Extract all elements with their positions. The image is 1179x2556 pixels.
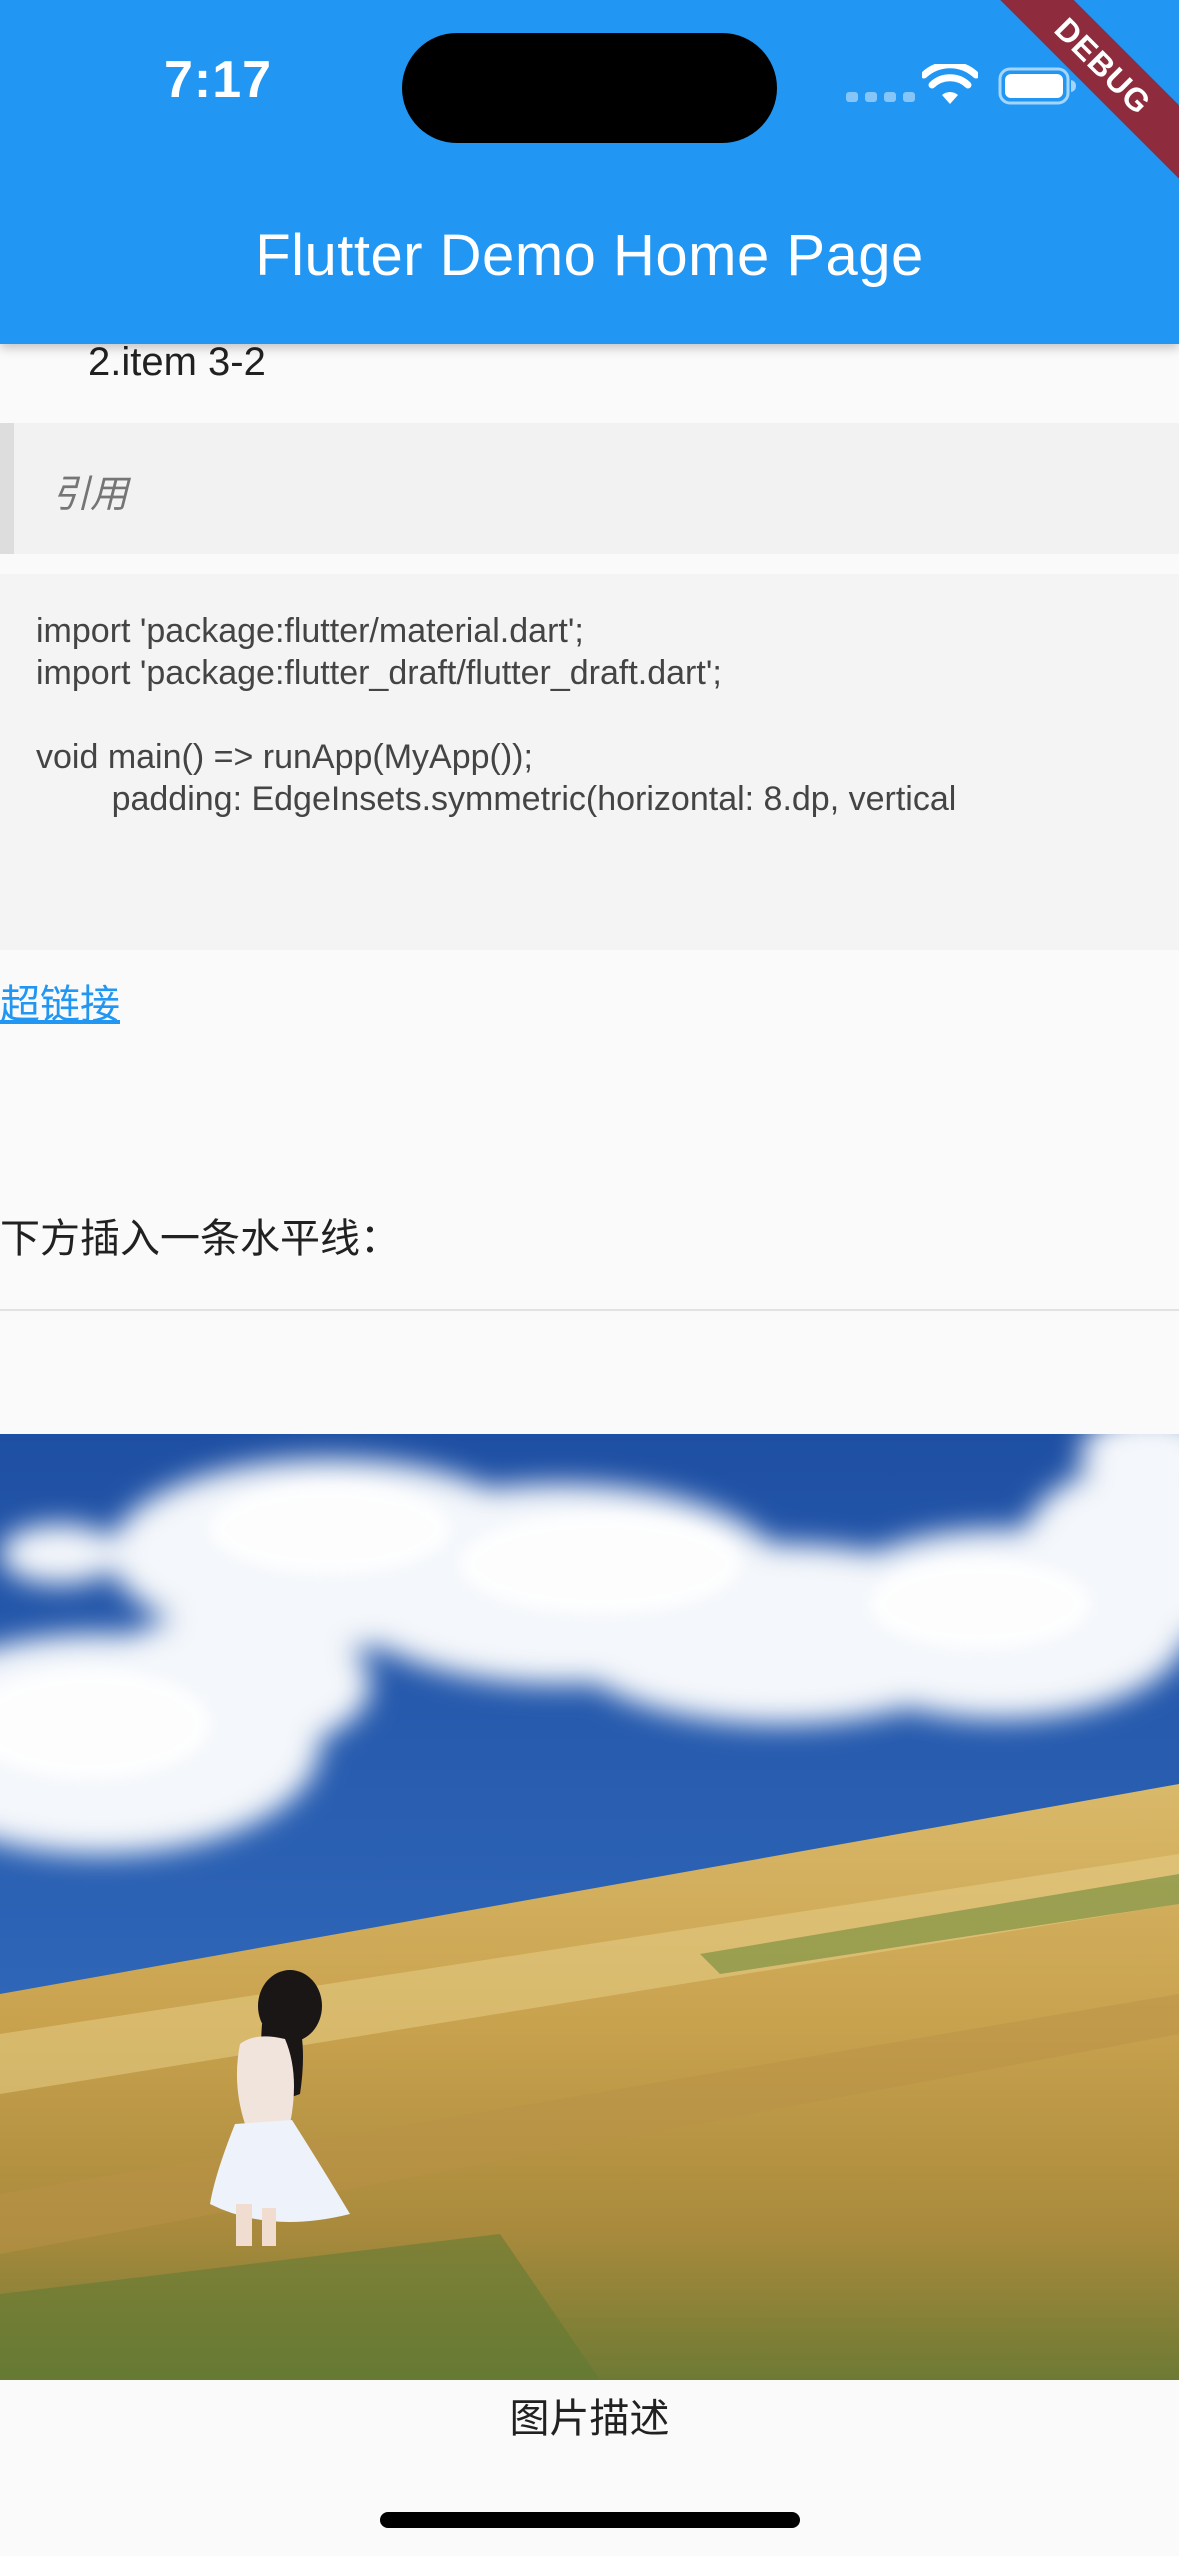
code-block: import 'package:flutter/material.dart'; … [0,574,1179,950]
app-bar: 7:17 Flutter Demo Home Page [0,0,1179,344]
code-line: padding: EdgeInsets.symmetric(horizontal… [36,780,957,818]
cellular-signal-icon [846,92,915,102]
blockquote-text: 引用 [52,474,129,516]
image-caption: 图片描述 [509,2397,670,2441]
horizontal-rule-label: 下方插入一条水平线： [0,1217,400,1261]
code-line: void main() => runApp(MyApp()); [36,738,533,776]
screen: 7:17 Flutter Demo Home Page DEBUG 2.item… [0,0,1179,2556]
wifi-icon [922,64,978,104]
dynamic-island [402,33,777,143]
status-time: 7:17 [164,51,273,109]
ordered-list-item: 2.item 3-2 [88,340,266,384]
home-indicator[interactable] [380,2512,800,2528]
battery-icon [998,67,1076,105]
hyperlink[interactable]: 超链接 [0,972,120,1030]
code-line: import 'package:flutter_draft/flutter_dr… [36,654,722,692]
content-image [0,1434,1179,2380]
app-bar-title: Flutter Demo Home Page [255,223,924,288]
blockquote: 引用 [0,423,1179,554]
horizontal-rule [0,1309,1179,1311]
code-line: import 'package:flutter/material.dart'; [36,612,584,650]
